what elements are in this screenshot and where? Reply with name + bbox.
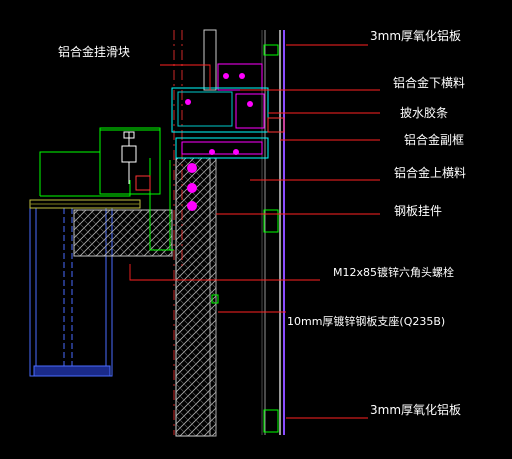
label-upper-transom: 铝合金上横料 bbox=[394, 166, 467, 180]
label-slider-block: 铝合金挂滑块 bbox=[58, 45, 131, 59]
label-bracket-plate: 10mm厚镀锌钢板支座(Q235B) bbox=[287, 315, 446, 328]
label-steel-hanger: 钢板挂件 bbox=[394, 204, 443, 218]
label-lower-transom: 铝合金下横料 bbox=[393, 76, 466, 90]
label-sub-frame: 铝合金副框 bbox=[404, 133, 465, 147]
cad-drawing bbox=[0, 0, 512, 459]
label-top-panel: 3mm厚氧化铝板 bbox=[370, 29, 462, 43]
label-bolt: M12x85镀锌六角头螺栓 bbox=[333, 266, 454, 279]
insulation-block bbox=[73, 209, 173, 257]
label-bottom-panel: 3mm厚氧化铝板 bbox=[370, 403, 462, 417]
label-water-strip: 披水胶条 bbox=[400, 106, 449, 120]
